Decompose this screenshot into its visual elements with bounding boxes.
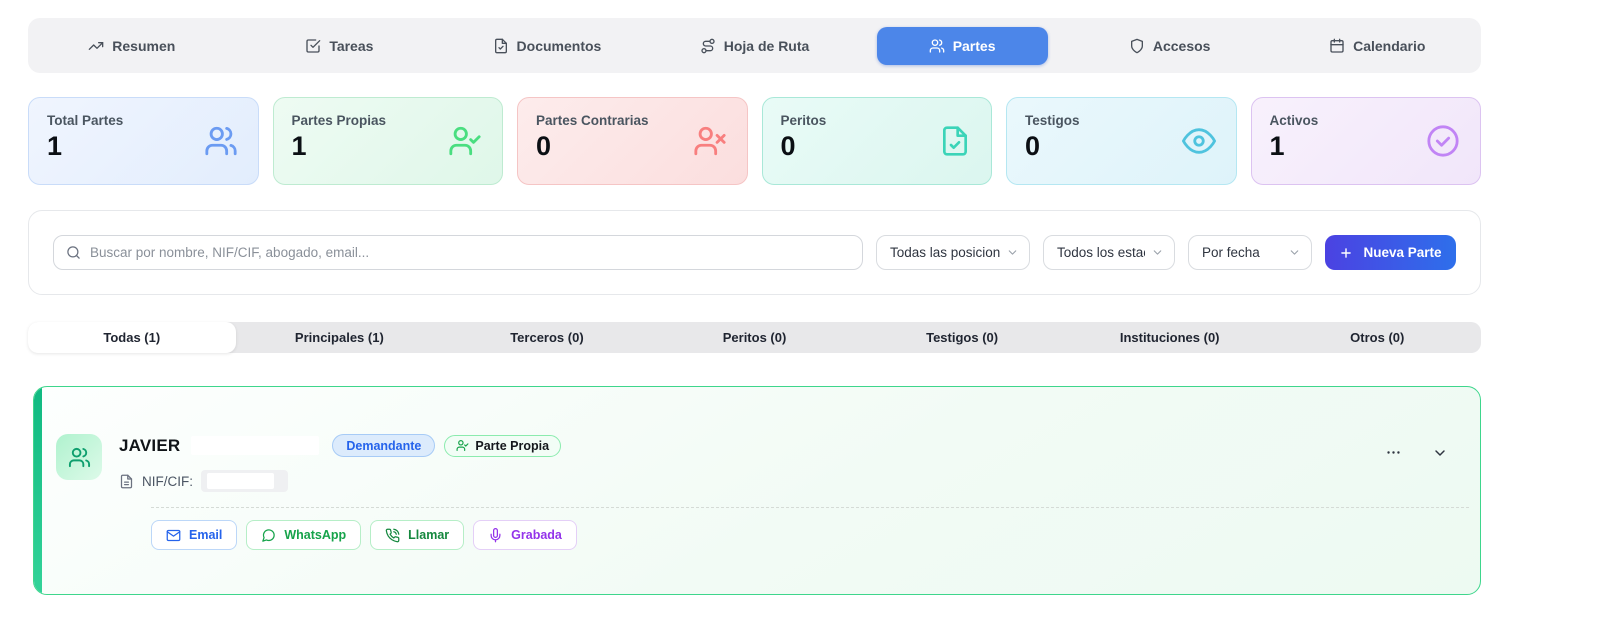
nif-label: NIF/CIF: (142, 473, 193, 489)
file-icon (119, 474, 134, 489)
user-check-icon (456, 439, 469, 452)
stats-row: Total Partes 1 Partes Propias 1 Partes C… (28, 97, 1481, 185)
email-button[interactable]: Email (151, 520, 238, 550)
mail-icon (166, 528, 181, 543)
plus-icon (1339, 246, 1353, 260)
category-tab-otros[interactable]: Otros (0) (1273, 322, 1481, 353)
party-avatar (56, 434, 102, 480)
microphone-icon (488, 527, 503, 543)
select-value: Todas las posicion (890, 245, 1000, 260)
tab-label: Documentos (516, 37, 602, 54)
category-tab-principales[interactable]: Principales (1) (236, 322, 444, 353)
expand-party-button[interactable] (1430, 443, 1450, 463)
party-name: JAVIER (119, 435, 181, 455)
tab-calendario[interactable]: Calendario (1273, 18, 1481, 73)
recorded-label: Grabada (511, 528, 562, 542)
type-badge-label: Parte Propia (475, 438, 550, 453)
check-square-icon (305, 38, 321, 54)
position-filter-select[interactable]: Todas las posicion (876, 235, 1030, 270)
tab-label: Partes (952, 37, 996, 54)
stat-card-total-partes: Total Partes 1 (28, 97, 259, 185)
tab-partes[interactable]: Partes (858, 18, 1066, 73)
route-icon (700, 38, 716, 54)
tab-documentos[interactable]: Documentos (443, 18, 651, 73)
select-value: Por fecha (1202, 245, 1260, 260)
email-label: Email (189, 528, 223, 542)
chevron-down-icon (1006, 246, 1019, 259)
party-card: JAVIER Demandante Parte Propia NIF/CIF: (33, 386, 1481, 595)
category-tab-testigos[interactable]: Testigos (0) (858, 322, 1066, 353)
category-tab-peritos[interactable]: Peritos (0) (651, 322, 859, 353)
category-tab-terceros[interactable]: Terceros (0) (443, 322, 651, 353)
stat-card-testigos: Testigos 0 (1006, 97, 1237, 185)
new-parte-button[interactable]: Nueva Parte (1325, 235, 1456, 270)
select-value: Todos los estac (1057, 245, 1145, 260)
search-input[interactable] (90, 245, 850, 260)
users-icon (929, 38, 945, 54)
tab-tareas[interactable]: Tareas (236, 18, 444, 73)
party-accent-bar (34, 387, 42, 594)
new-parte-label: Nueva Parte (1363, 245, 1442, 260)
role-badge: Demandante (332, 434, 436, 457)
section-tab-bar: Resumen Tareas Documentos Hoja de Ruta P… (28, 18, 1481, 73)
chat-bubble-icon (261, 528, 276, 543)
partes-page: Resumen Tareas Documentos Hoja de Ruta P… (28, 0, 1481, 595)
stat-card-peritos: Peritos 0 (761, 97, 992, 185)
user-x-icon (693, 124, 727, 158)
chevron-down-icon (1288, 246, 1301, 259)
trending-up-icon (88, 38, 104, 54)
tab-label: Tareas (329, 37, 374, 54)
more-options-button[interactable] (1383, 442, 1404, 463)
tab-label: Hoja de Ruta (723, 37, 810, 54)
tab-label: Resumen (112, 37, 176, 54)
name-redaction-box (191, 436, 320, 455)
call-button[interactable]: Llamar (370, 520, 465, 550)
search-box[interactable] (53, 235, 863, 270)
card-divider (151, 507, 1469, 508)
recorded-button[interactable]: Grabada (473, 520, 577, 550)
tab-accesos[interactable]: Accesos (1066, 18, 1274, 73)
sort-filter-select[interactable]: Por fecha (1188, 235, 1312, 270)
document-icon (493, 38, 509, 54)
tab-hoja-de-ruta[interactable]: Hoja de Ruta (651, 18, 859, 73)
search-filter-card: Todas las posicion Todos los estac Por f… (28, 210, 1481, 295)
status-filter-select[interactable]: Todos los estac (1043, 235, 1175, 270)
whatsapp-button[interactable]: WhatsApp (246, 520, 362, 550)
check-circle-icon (1426, 124, 1460, 158)
party-actions: Email WhatsApp Llamar Grabada (151, 520, 1450, 550)
category-tab-bar: Todas (1) Principales (1) Terceros (0) P… (28, 322, 1481, 353)
stat-card-activos: Activos 1 (1250, 97, 1481, 185)
chevron-down-icon (1151, 246, 1164, 259)
search-icon (66, 245, 81, 260)
tab-resumen[interactable]: Resumen (28, 18, 236, 73)
nif-value-pill (201, 470, 288, 492)
stat-card-partes-contrarias: Partes Contrarias 0 (517, 97, 748, 185)
eye-icon (1181, 124, 1216, 158)
whatsapp-label: WhatsApp (284, 528, 347, 542)
more-horizontal-icon (1385, 444, 1402, 461)
file-check-icon (939, 125, 971, 157)
users-icon (68, 446, 91, 469)
users-icon (204, 124, 238, 158)
user-check-icon (448, 124, 482, 158)
stat-card-partes-propias: Partes Propias 1 (272, 97, 503, 185)
type-badge: Parte Propia (444, 434, 562, 457)
chevron-down-icon (1432, 445, 1448, 461)
tab-label: Accesos (1152, 37, 1211, 54)
phone-call-icon (385, 528, 400, 543)
category-tab-instituciones[interactable]: Instituciones (0) (1066, 322, 1274, 353)
shield-icon (1129, 38, 1145, 54)
calendar-icon (1329, 38, 1345, 54)
call-label: Llamar (408, 528, 450, 542)
nif-redaction-box (207, 473, 274, 489)
tab-label: Calendario (1353, 37, 1426, 54)
category-tab-todas[interactable]: Todas (1) (28, 322, 236, 353)
